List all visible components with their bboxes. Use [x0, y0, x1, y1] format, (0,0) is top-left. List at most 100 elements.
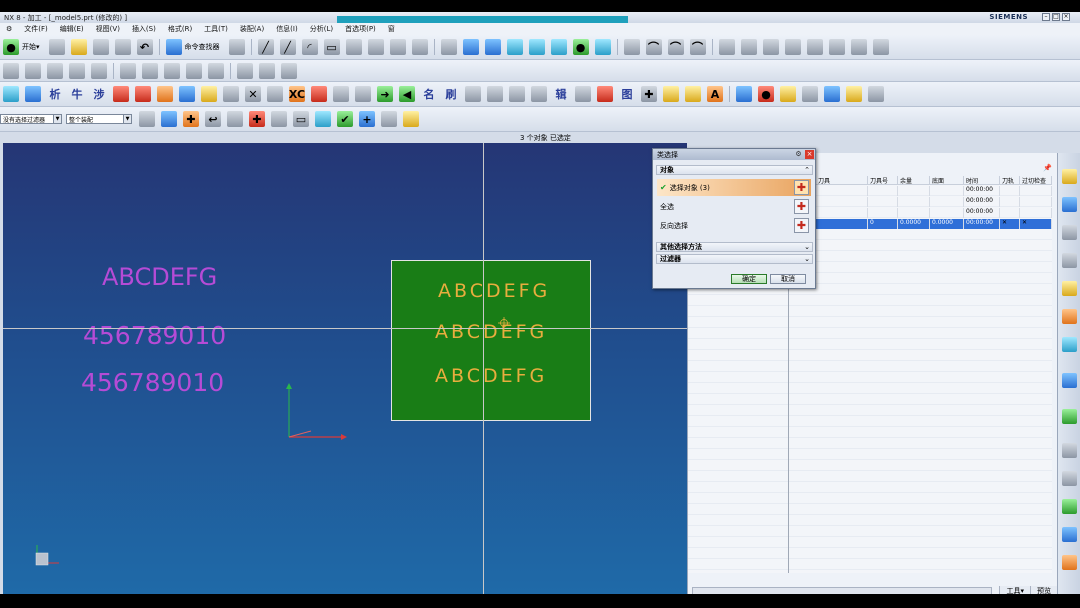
graphics-viewport[interactable]: ABCDEFG 456789010 456789010 ABCDEFG ABCD… — [3, 143, 687, 594]
menu-window[interactable]: 窗 — [382, 24, 401, 34]
green-text-3[interactable]: ABCDEFG — [435, 365, 547, 387]
return-icon[interactable]: ↩ — [205, 111, 221, 127]
list-view-icon[interactable] — [1062, 471, 1077, 486]
report-icon[interactable] — [575, 86, 591, 102]
spark-icon[interactable] — [663, 86, 679, 102]
start-icon[interactable]: ● — [3, 39, 19, 55]
feature-icon[interactable] — [623, 39, 640, 55]
red-cube-icon[interactable] — [113, 86, 129, 102]
arc-icon[interactable]: ◜ — [301, 39, 318, 55]
fixture-icon[interactable] — [487, 86, 503, 102]
offset-icon[interactable]: ⌒ — [667, 39, 684, 55]
revolve-icon[interactable] — [740, 39, 757, 55]
sphere-icon[interactable]: ● — [572, 39, 589, 55]
extend-icon[interactable] — [411, 39, 428, 55]
geometry-icon[interactable] — [157, 86, 173, 102]
invert-selection-button[interactable]: ✚ — [794, 218, 809, 233]
transform-icon[interactable] — [311, 86, 327, 102]
invert-selection-row[interactable]: 反向选择 ✚ — [657, 217, 811, 234]
iso-view-icon[interactable] — [528, 39, 545, 55]
boss-icon[interactable] — [784, 39, 801, 55]
col-gouge-check[interactable]: 过切检查 — [1020, 176, 1052, 185]
col-stock[interactable]: 余量 — [898, 176, 930, 185]
menu-information[interactable]: 信息(I) — [270, 24, 304, 34]
selection-intent-icon[interactable] — [161, 111, 177, 127]
group-filter-header[interactable]: 过滤器 ⌄ — [656, 254, 813, 264]
trim-body-icon[interactable] — [208, 62, 224, 79]
tool-icon[interactable] — [135, 86, 151, 102]
minimize-button[interactable]: – — [1042, 13, 1050, 21]
line-icon[interactable]: ╱ — [257, 39, 274, 55]
table-row[interactable]: 00:00:00 — [816, 208, 1052, 218]
draft-icon[interactable] — [91, 62, 107, 79]
printer-icon[interactable] — [868, 86, 884, 102]
color-icon[interactable]: ● — [758, 86, 774, 102]
pocket-icon[interactable] — [806, 39, 823, 55]
menu-format[interactable]: 格式(R) — [162, 24, 198, 34]
subtract-icon[interactable] — [142, 62, 158, 79]
print-icon[interactable] — [114, 39, 131, 55]
line2-icon[interactable]: ╱ — [279, 39, 296, 55]
xc-icon[interactable]: XC — [289, 86, 305, 102]
horizontal-scrollbar[interactable] — [692, 587, 992, 594]
web-browser-icon[interactable] — [1062, 309, 1077, 324]
hole-icon[interactable] — [762, 39, 779, 55]
plus-icon[interactable]: + — [359, 111, 375, 127]
paint-icon[interactable] — [846, 86, 862, 102]
layer-icon[interactable] — [333, 86, 349, 102]
back-icon[interactable]: ◀ — [399, 86, 415, 102]
note-icon[interactable] — [685, 86, 701, 102]
blank-icon[interactable] — [3, 62, 19, 79]
part-icon[interactable] — [315, 111, 331, 127]
process-studio-icon[interactable] — [1062, 409, 1077, 424]
magenta-text-3[interactable]: 456789010 — [81, 368, 224, 397]
gear-icon[interactable]: ⚙ — [794, 150, 803, 159]
edge-blend-icon[interactable] — [47, 62, 63, 79]
type-filter-select[interactable]: 没有选择过滤器 ▼ — [0, 114, 62, 124]
mirror-icon[interactable]: ⌒ — [689, 39, 706, 55]
save-icon[interactable] — [92, 39, 109, 55]
wireframe-view-icon[interactable] — [506, 39, 523, 55]
mill-icon[interactable] — [597, 86, 613, 102]
close-button[interactable]: × — [1062, 13, 1070, 21]
sketch-icon[interactable]: ⌒ — [645, 39, 662, 55]
box-select-icon[interactable] — [227, 111, 243, 127]
spline-icon[interactable] — [367, 39, 384, 55]
table-row[interactable]: 00:00:00 — [816, 186, 1052, 196]
extrude-icon[interactable] — [718, 39, 735, 55]
groove-icon[interactable] — [872, 39, 889, 55]
menu-insert[interactable]: 插入(S) — [126, 24, 162, 34]
shell-icon[interactable] — [69, 62, 85, 79]
verify-icon[interactable] — [223, 86, 239, 102]
table-row-selected[interactable]: 0 0.0000 0.0000 00:00:00 ✕ ✕ — [816, 219, 1052, 229]
checkmark-icon[interactable]: ✔ — [337, 111, 353, 127]
material-icon[interactable] — [780, 86, 796, 102]
palette-navigator-icon[interactable] — [1062, 499, 1077, 514]
menu-view[interactable]: 视图(V) — [90, 24, 126, 34]
shop-doc-icon[interactable] — [531, 86, 547, 102]
group-other-methods-header[interactable]: 其他选择方法 ⌄ — [656, 242, 813, 252]
preview-button[interactable]: 预览 — [1030, 586, 1057, 594]
tools-icon[interactable] — [228, 39, 245, 55]
text-a-icon[interactable]: A — [707, 86, 723, 102]
pin-icon[interactable]: 📌 — [1043, 164, 1052, 172]
green-text-1[interactable]: ABCDEFG — [438, 280, 550, 302]
select-objects-button[interactable]: ✚ — [794, 180, 809, 195]
list-icon[interactable] — [355, 86, 371, 102]
post-icon[interactable] — [509, 86, 525, 102]
command-finder-icon[interactable] — [165, 39, 182, 55]
wrench-icon[interactable] — [403, 111, 419, 127]
magenta-text-1[interactable]: ABCDEFG — [102, 263, 217, 291]
col-time[interactable]: 时间 — [964, 176, 1000, 185]
clock-icon[interactable] — [1062, 443, 1077, 458]
point-icon[interactable]: ✚ — [641, 86, 657, 102]
cancel-button[interactable]: 取消 — [770, 274, 806, 284]
palette-icon[interactable] — [824, 86, 840, 102]
selected-text-region[interactable]: ABCDEFG ABCDEFG ABCDEFG — [391, 260, 591, 421]
col-tool[interactable]: 刀具 — [816, 176, 868, 185]
edit-icon[interactable]: 辑 — [553, 86, 569, 102]
brush-icon[interactable]: 刷 — [443, 86, 459, 102]
view-orient-icon[interactable] — [440, 39, 457, 55]
tools-dropdown-button[interactable]: 工具▾ — [999, 586, 1030, 594]
roles-icon[interactable] — [1062, 527, 1077, 542]
